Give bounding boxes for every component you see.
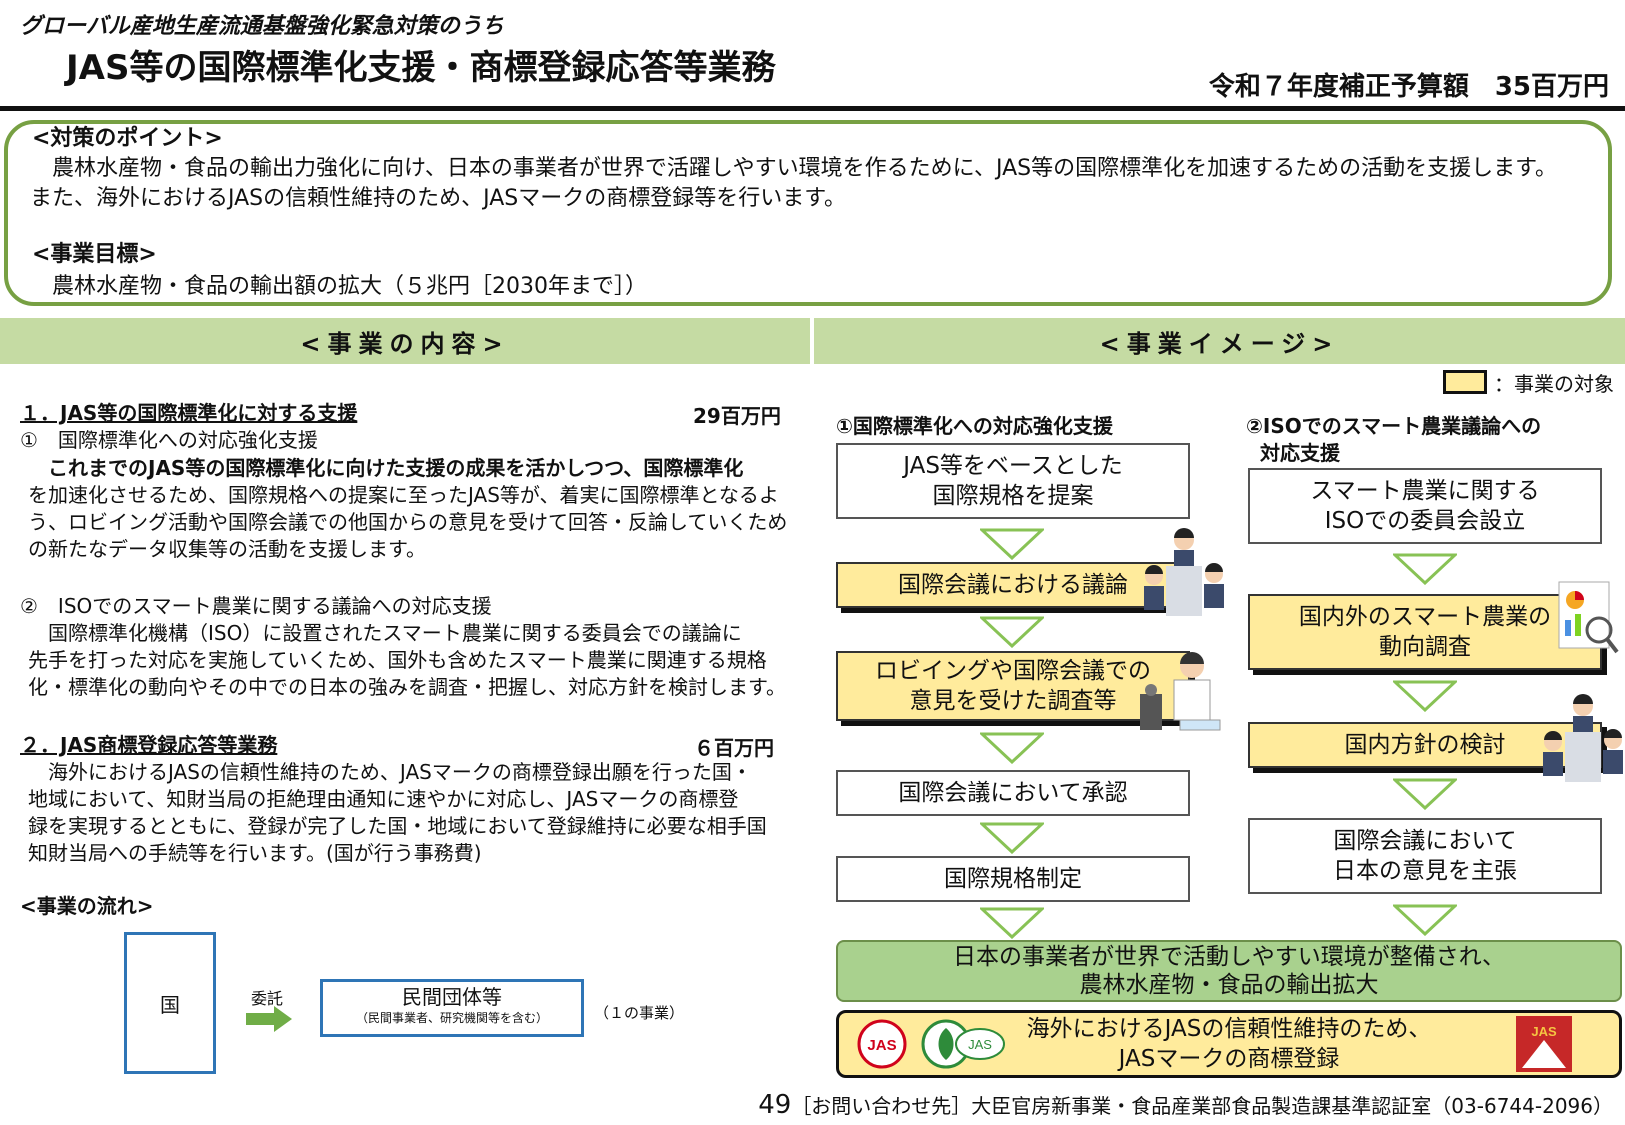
section-image-title: <事業イメージ> xyxy=(814,318,1625,364)
item1-p1-line2: を加速化させるため、国際規格への提案に至ったJAS等が、着実に国際標準となるよ xyxy=(28,483,779,507)
col1-box-standard-label: 国際規格制定 xyxy=(944,866,1082,892)
col1-title: ①国際標準化への対応強化支援 xyxy=(836,414,1113,438)
item2-line4: 知財当局への手続等を行います。(国が行う事務費) xyxy=(28,841,482,865)
flow-heading: <事業の流れ> xyxy=(20,894,154,918)
flow-count-label: （１の事業） xyxy=(594,1004,685,1022)
col2-title-line1: ②ISOでのスマート農業議論への xyxy=(1246,414,1542,438)
col1-box-approval: 国際会議において承認 xyxy=(836,770,1190,816)
col2-arrow-icon xyxy=(1393,680,1457,712)
col2-box-committee: スマート農業に関する ISOでの委員会設立 xyxy=(1248,468,1602,544)
item1-p2-line2: 先手を打った対応を実施していくため、国外も含めたスマート農業に関連する規格 xyxy=(28,648,767,672)
jas-mark-green-icon: JAS xyxy=(921,1019,1005,1069)
item1-p1-line4: の新たなデータ収集等の活動を支援します。 xyxy=(28,537,426,561)
flow-country-box: 国 xyxy=(124,932,216,1074)
flow-org-box: 民間団体等 （民間事業者、研究機関等を含む） xyxy=(320,979,584,1037)
item1-sub1: ① 国際標準化への対応強化支援 xyxy=(20,428,318,452)
col1-box-standard: 国際規格制定 xyxy=(836,856,1190,902)
col1-box-proposal-label: JAS等をベースとした 国際規格を提案 xyxy=(903,453,1123,509)
goal-heading: <事業目標> xyxy=(32,242,157,267)
col1-arrow-icon xyxy=(980,732,1044,764)
legend-swatch xyxy=(1443,370,1487,394)
col1-arrow-icon xyxy=(980,528,1044,560)
col2-box-assert: 国際会議において 日本の意見を主張 xyxy=(1248,818,1602,894)
item1-p2-line3: 化・標準化の動向やその中での日本の強みを調査・把握し、対応方針を検討します。 xyxy=(28,675,786,699)
result-export-line1: 日本の事業者が世界で活動しやすい環境が整備され、 xyxy=(953,944,1505,970)
result-trademark-line2: JASマークの商標登録 xyxy=(1118,1046,1340,1072)
page-number: 49 xyxy=(758,1090,792,1120)
col1-box-meeting-label: 国際会議における議論 xyxy=(898,572,1128,598)
item2-line2: 地域において、知財当局の拒絶理由通知に速やかに対応し、JASマークの商標登 xyxy=(28,787,739,811)
section-content-title: <事業の内容> xyxy=(0,318,810,364)
col2-box-trends-label: 国内外のスマート農業の 動向調査 xyxy=(1298,604,1552,660)
item2-line1: 海外におけるJASの信頼性維持のため、JASマークの商標登録出願を行った国・ xyxy=(28,760,752,784)
flow-org-label: 民間団体等 xyxy=(402,985,502,1009)
contact-info: ［お問い合わせ先］大臣官房新事業・食品産業部食品製造課基準認証室（03-6744… xyxy=(791,1094,1613,1118)
col2-arrow-icon xyxy=(1393,904,1457,936)
col1-box-proposal: JAS等をベースとした 国際規格を提案 xyxy=(836,443,1190,519)
supertitle: グローバル産地生産流通基盤強化緊急対策のうち xyxy=(20,14,504,39)
flow-country-label: 国 xyxy=(160,992,180,1017)
header-divider xyxy=(0,106,1625,111)
researcher-icon xyxy=(1140,652,1221,731)
footer: 49［お問い合わせ先］大臣官房新事業・食品産業部食品製造課基準認証室（03-67… xyxy=(758,1090,1613,1120)
jas-mark-green-text: JAS xyxy=(968,1037,992,1052)
result-trademark-line1: 海外におけるJASの信頼性維持のため、 xyxy=(1026,1016,1432,1042)
item1-p2-line1: 国際標準化機構（ISO）に設置されたスマート農業に関する委員会での議論に xyxy=(28,621,742,645)
jas-mark-red-text: JAS xyxy=(867,1037,896,1054)
legend-label: ：事業の対象 xyxy=(1494,372,1614,396)
points-body-line2: また、海外におけるJASの信頼性維持のため、JASマークの商標登録等を行います。 xyxy=(30,186,847,211)
result-export-box: 日本の事業者が世界で活動しやすい環境が整備され、 農林水産物・食品の輸出拡大 xyxy=(836,940,1622,1002)
col2-box-committee-label: スマート農業に関する ISOでの委員会設立 xyxy=(1310,478,1540,534)
points-body-line1: 農林水産物・食品の輸出力強化に向け、日本の事業者が世界で活躍しやすい環境を作るた… xyxy=(30,156,1557,181)
jas-mark-fuji-icon: JAS xyxy=(1516,1016,1572,1072)
report-chart-icon xyxy=(1558,581,1619,654)
points-heading: <対策のポイント> xyxy=(32,126,223,151)
budget-label: 令和７年度補正予算額 35百万円 xyxy=(1208,72,1609,102)
flow-arrow-icon xyxy=(246,1006,292,1032)
item1-sub2: ② ISOでのスマート農業に関する議論への対応支援 xyxy=(20,594,492,618)
col1-arrow-icon xyxy=(980,822,1044,854)
col1-arrow-icon xyxy=(980,907,1044,939)
col2-box-assert-label: 国際会議において 日本の意見を主張 xyxy=(1333,828,1517,884)
page-title: JAS等の国際標準化支援・商標登録応答等業務 xyxy=(66,48,776,88)
item2-amount: ６百万円 xyxy=(694,736,774,760)
goal-body: 農林水産物・食品の輸出額の拡大（５兆円［2030年まで］） xyxy=(30,274,647,299)
col2-box-trends: 国内外のスマート農業の 動向調査 xyxy=(1248,594,1602,670)
item2-line3: 録を実現するとともに、登録が完了した国・地域において登録維持に必要な相手国 xyxy=(28,814,767,838)
item1-p1-line3: う、ロビイング活動や国際会議での他国からの意見を受けて回答・反論していくため xyxy=(28,510,788,534)
col1-box-approval-label: 国際会議において承認 xyxy=(898,780,1128,806)
col1-arrow-icon xyxy=(980,616,1044,648)
meeting-people-icon xyxy=(1543,694,1623,782)
col2-arrow-icon xyxy=(1393,553,1457,585)
flow-org-note: （民間事業者、研究機関等を含む） xyxy=(355,1011,548,1025)
item2-title: ２．JAS商標登録応答等業務 xyxy=(20,733,278,757)
col2-arrow-icon xyxy=(1393,778,1457,810)
jas-mark-red-icon: JAS xyxy=(857,1019,907,1069)
col2-title-line2: 対応支援 xyxy=(1260,441,1340,465)
col2-box-policy-label: 国内方針の検討 xyxy=(1344,732,1506,758)
item1-p1-line1: これまでのJAS等の国際標準化に向けた支援の成果を活かしつつ、国際標準化 xyxy=(28,456,744,480)
result-export-line2: 農林水産物・食品の輸出拡大 xyxy=(1079,972,1379,998)
item1-amount: 29百万円 xyxy=(693,404,781,428)
col1-box-survey-label: ロビイングや国際会議での 意見を受けた調査等 xyxy=(875,658,1151,714)
jas-mark-fuji-text: JAS xyxy=(1531,1024,1557,1039)
item1-title: １．JAS等の国際標準化に対する支援 xyxy=(20,401,358,425)
meeting-people-icon xyxy=(1144,528,1224,616)
